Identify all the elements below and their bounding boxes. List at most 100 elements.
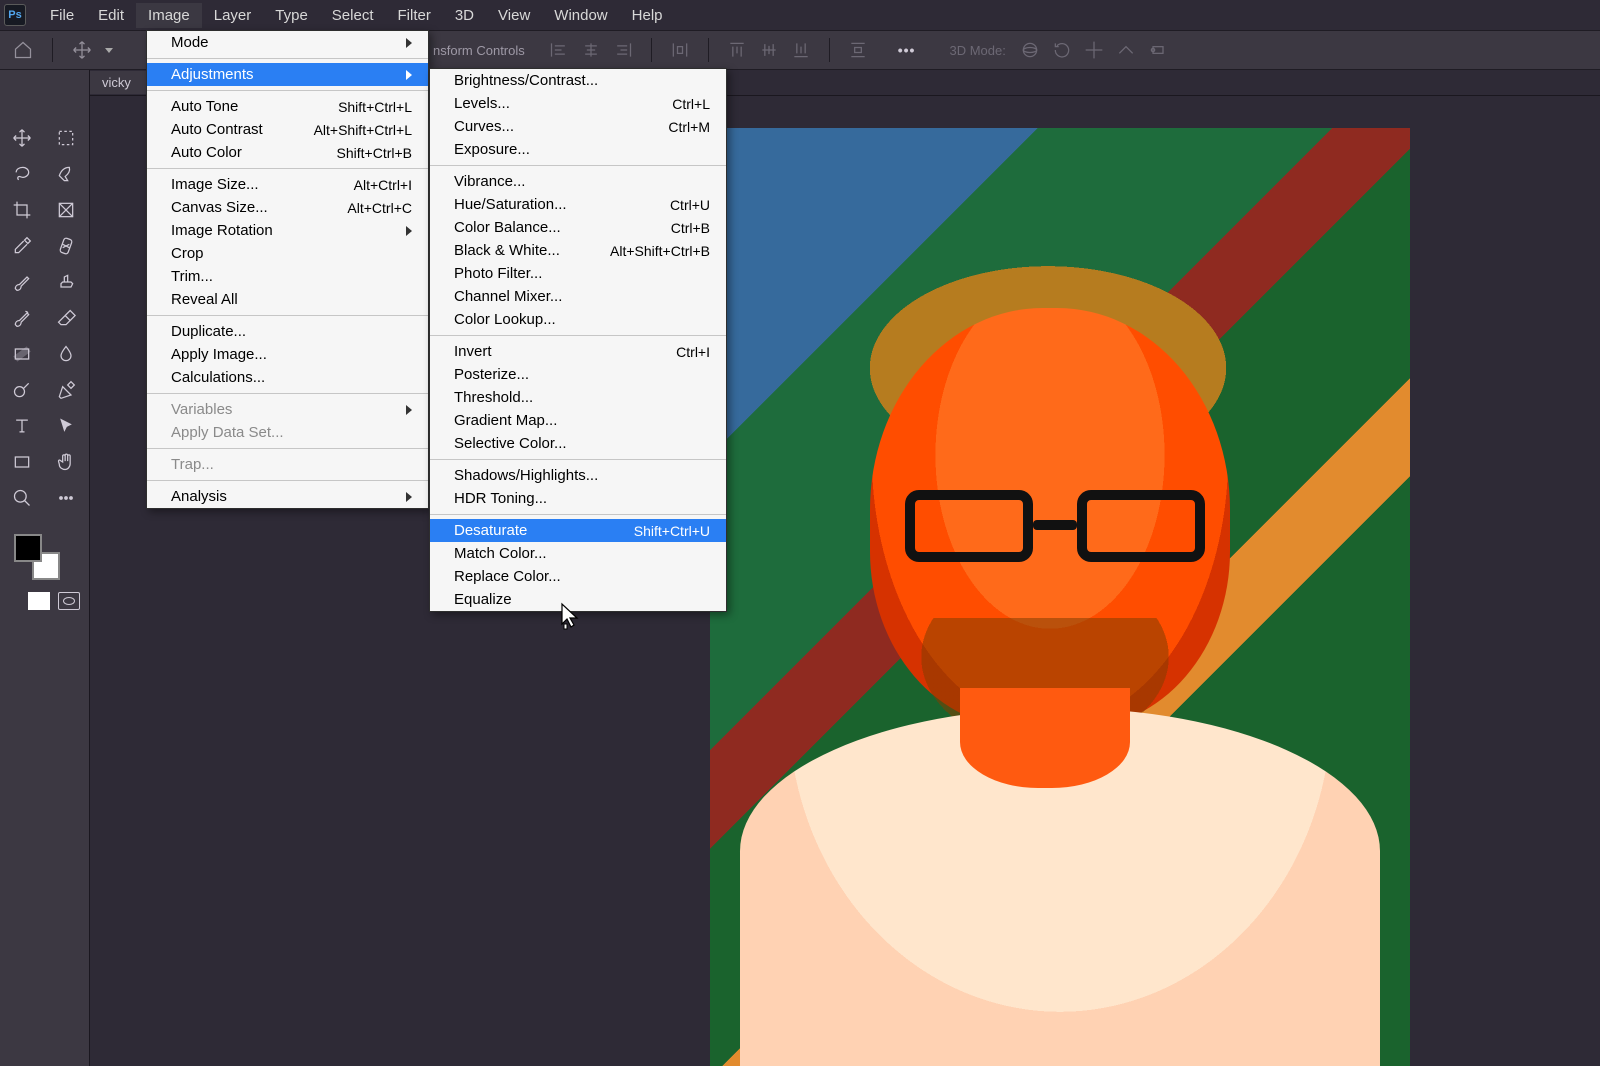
image-menu-mode[interactable]: Mode [147, 31, 428, 54]
menu-file[interactable]: File [38, 3, 86, 28]
adjust-menu-invert[interactable]: InvertCtrl+I [430, 340, 726, 363]
screen-mode-icon[interactable] [58, 592, 80, 610]
adjust-menu-channel-mixer-[interactable]: Channel Mixer... [430, 285, 726, 308]
adjust-menu-desaturate[interactable]: DesaturateShift+Ctrl+U [430, 519, 726, 542]
gradient-tool-icon[interactable] [0, 336, 44, 372]
adjust-menu-exposure-[interactable]: Exposure... [430, 138, 726, 161]
rectangle-tool-icon[interactable] [0, 444, 44, 480]
eyedropper-tool-icon[interactable] [0, 228, 44, 264]
adjust-menu-hdr-toning-[interactable]: HDR Toning... [430, 487, 726, 510]
move-tool-icon[interactable] [0, 120, 44, 156]
menu-item-label: Gradient Map... [454, 412, 557, 429]
adjust-menu-color-balance-[interactable]: Color Balance...Ctrl+B [430, 216, 726, 239]
3d-scale-icon[interactable] [1148, 40, 1168, 60]
image-menu-crop[interactable]: Crop [147, 242, 428, 265]
more-tools-icon[interactable] [44, 480, 88, 516]
document-tab[interactable]: vicky [90, 71, 151, 94]
marquee-tool-icon[interactable] [44, 120, 88, 156]
menu-select[interactable]: Select [320, 3, 386, 28]
healing-brush-tool-icon[interactable] [44, 228, 88, 264]
image-menu-adjustments[interactable]: Adjustments [147, 63, 428, 86]
menu-filter[interactable]: Filter [386, 3, 443, 28]
align-top-icon[interactable] [727, 40, 747, 60]
menu-image[interactable]: Image [136, 3, 202, 28]
image-menu-calculations-[interactable]: Calculations... [147, 366, 428, 389]
adjust-menu-equalize[interactable]: Equalize [430, 588, 726, 611]
menu-help[interactable]: Help [620, 3, 675, 28]
submenu-arrow-icon [406, 226, 412, 236]
image-menu-image-rotation[interactable]: Image Rotation [147, 219, 428, 242]
image-menu-canvas-size-[interactable]: Canvas Size...Alt+Ctrl+C [147, 196, 428, 219]
adjust-menu-shadowshighlights-[interactable]: Shadows/Highlights... [430, 464, 726, 487]
menu-item-label: Curves... [454, 118, 514, 135]
clone-stamp-tool-icon[interactable] [44, 264, 88, 300]
adjust-menu-vibrance-[interactable]: Vibrance... [430, 170, 726, 193]
brush-tool-icon[interactable] [0, 264, 44, 300]
menu-type[interactable]: Type [263, 3, 320, 28]
menu-item-label: Apply Image... [171, 346, 267, 363]
adjust-menu-replace-color-[interactable]: Replace Color... [430, 565, 726, 588]
color-swatches[interactable] [14, 534, 60, 580]
3d-roll-icon[interactable] [1052, 40, 1072, 60]
history-brush-tool-icon[interactable] [0, 300, 44, 336]
image-menu-apply-image-[interactable]: Apply Image... [147, 343, 428, 366]
adjust-menu-curves-[interactable]: Curves...Ctrl+M [430, 115, 726, 138]
move-tool-icon[interactable] [69, 37, 95, 63]
hand-tool-icon[interactable] [44, 444, 88, 480]
image-menu-analysis[interactable]: Analysis [147, 485, 428, 508]
adjust-menu-match-color-[interactable]: Match Color... [430, 542, 726, 565]
3d-slide-icon[interactable] [1116, 40, 1136, 60]
align-bottom-icon[interactable] [791, 40, 811, 60]
adjust-menu-levels-[interactable]: Levels...Ctrl+L [430, 92, 726, 115]
adjust-menu-brightnesscontrast-[interactable]: Brightness/Contrast... [430, 69, 726, 92]
image-menu-duplicate-[interactable]: Duplicate... [147, 320, 428, 343]
adjust-menu-selective-color-[interactable]: Selective Color... [430, 432, 726, 455]
more-icon[interactable]: ••• [898, 42, 916, 58]
menu-item-label: Reveal All [171, 291, 238, 308]
adjust-menu-posterize-[interactable]: Posterize... [430, 363, 726, 386]
home-icon[interactable] [10, 37, 36, 63]
chevron-down-icon[interactable] [105, 48, 113, 53]
image-menu-auto-contrast[interactable]: Auto ContrastAlt+Shift+Ctrl+L [147, 118, 428, 141]
shortcut-label: Alt+Ctrl+I [338, 177, 412, 193]
dodge-tool-icon[interactable] [0, 372, 44, 408]
align-right-icon[interactable] [613, 40, 633, 60]
zoom-tool-icon[interactable] [0, 480, 44, 516]
image-menu-reveal-all[interactable]: Reveal All [147, 288, 428, 311]
foreground-color[interactable] [14, 534, 42, 562]
menu-view[interactable]: View [486, 3, 542, 28]
image-menu-image-size-[interactable]: Image Size...Alt+Ctrl+I [147, 173, 428, 196]
adjust-menu-color-lookup-[interactable]: Color Lookup... [430, 308, 726, 331]
adjust-menu-threshold-[interactable]: Threshold... [430, 386, 726, 409]
blur-tool-icon[interactable] [44, 336, 88, 372]
pen-tool-icon[interactable] [44, 372, 88, 408]
distribute-v-icon[interactable] [848, 40, 868, 60]
frame-tool-icon[interactable] [44, 192, 88, 228]
image-menu-auto-color[interactable]: Auto ColorShift+Ctrl+B [147, 141, 428, 164]
quick-mask-icon[interactable] [28, 592, 50, 610]
adjust-menu-photo-filter-[interactable]: Photo Filter... [430, 262, 726, 285]
image-menu-trim-[interactable]: Trim... [147, 265, 428, 288]
menu-edit[interactable]: Edit [86, 3, 136, 28]
adjust-menu-gradient-map-[interactable]: Gradient Map... [430, 409, 726, 432]
image-menu-trap-: Trap... [147, 453, 428, 476]
image-menu-auto-tone[interactable]: Auto ToneShift+Ctrl+L [147, 95, 428, 118]
quick-select-tool-icon[interactable] [44, 156, 88, 192]
distribute-h-icon[interactable] [670, 40, 690, 60]
adjust-menu-huesaturation-[interactable]: Hue/Saturation...Ctrl+U [430, 193, 726, 216]
path-select-tool-icon[interactable] [44, 408, 88, 444]
type-tool-icon[interactable] [0, 408, 44, 444]
lasso-tool-icon[interactable] [0, 156, 44, 192]
menu-3d[interactable]: 3D [443, 3, 486, 28]
menu-item-label: HDR Toning... [454, 490, 547, 507]
menu-window[interactable]: Window [542, 3, 619, 28]
eraser-tool-icon[interactable] [44, 300, 88, 336]
align-center-h-icon[interactable] [581, 40, 601, 60]
crop-tool-icon[interactable] [0, 192, 44, 228]
3d-orbit-icon[interactable] [1020, 40, 1040, 60]
3d-pan-icon[interactable] [1084, 40, 1104, 60]
align-center-v-icon[interactable] [759, 40, 779, 60]
adjust-menu-black--white-[interactable]: Black & White...Alt+Shift+Ctrl+B [430, 239, 726, 262]
align-left-icon[interactable] [549, 40, 569, 60]
menu-layer[interactable]: Layer [202, 3, 264, 28]
